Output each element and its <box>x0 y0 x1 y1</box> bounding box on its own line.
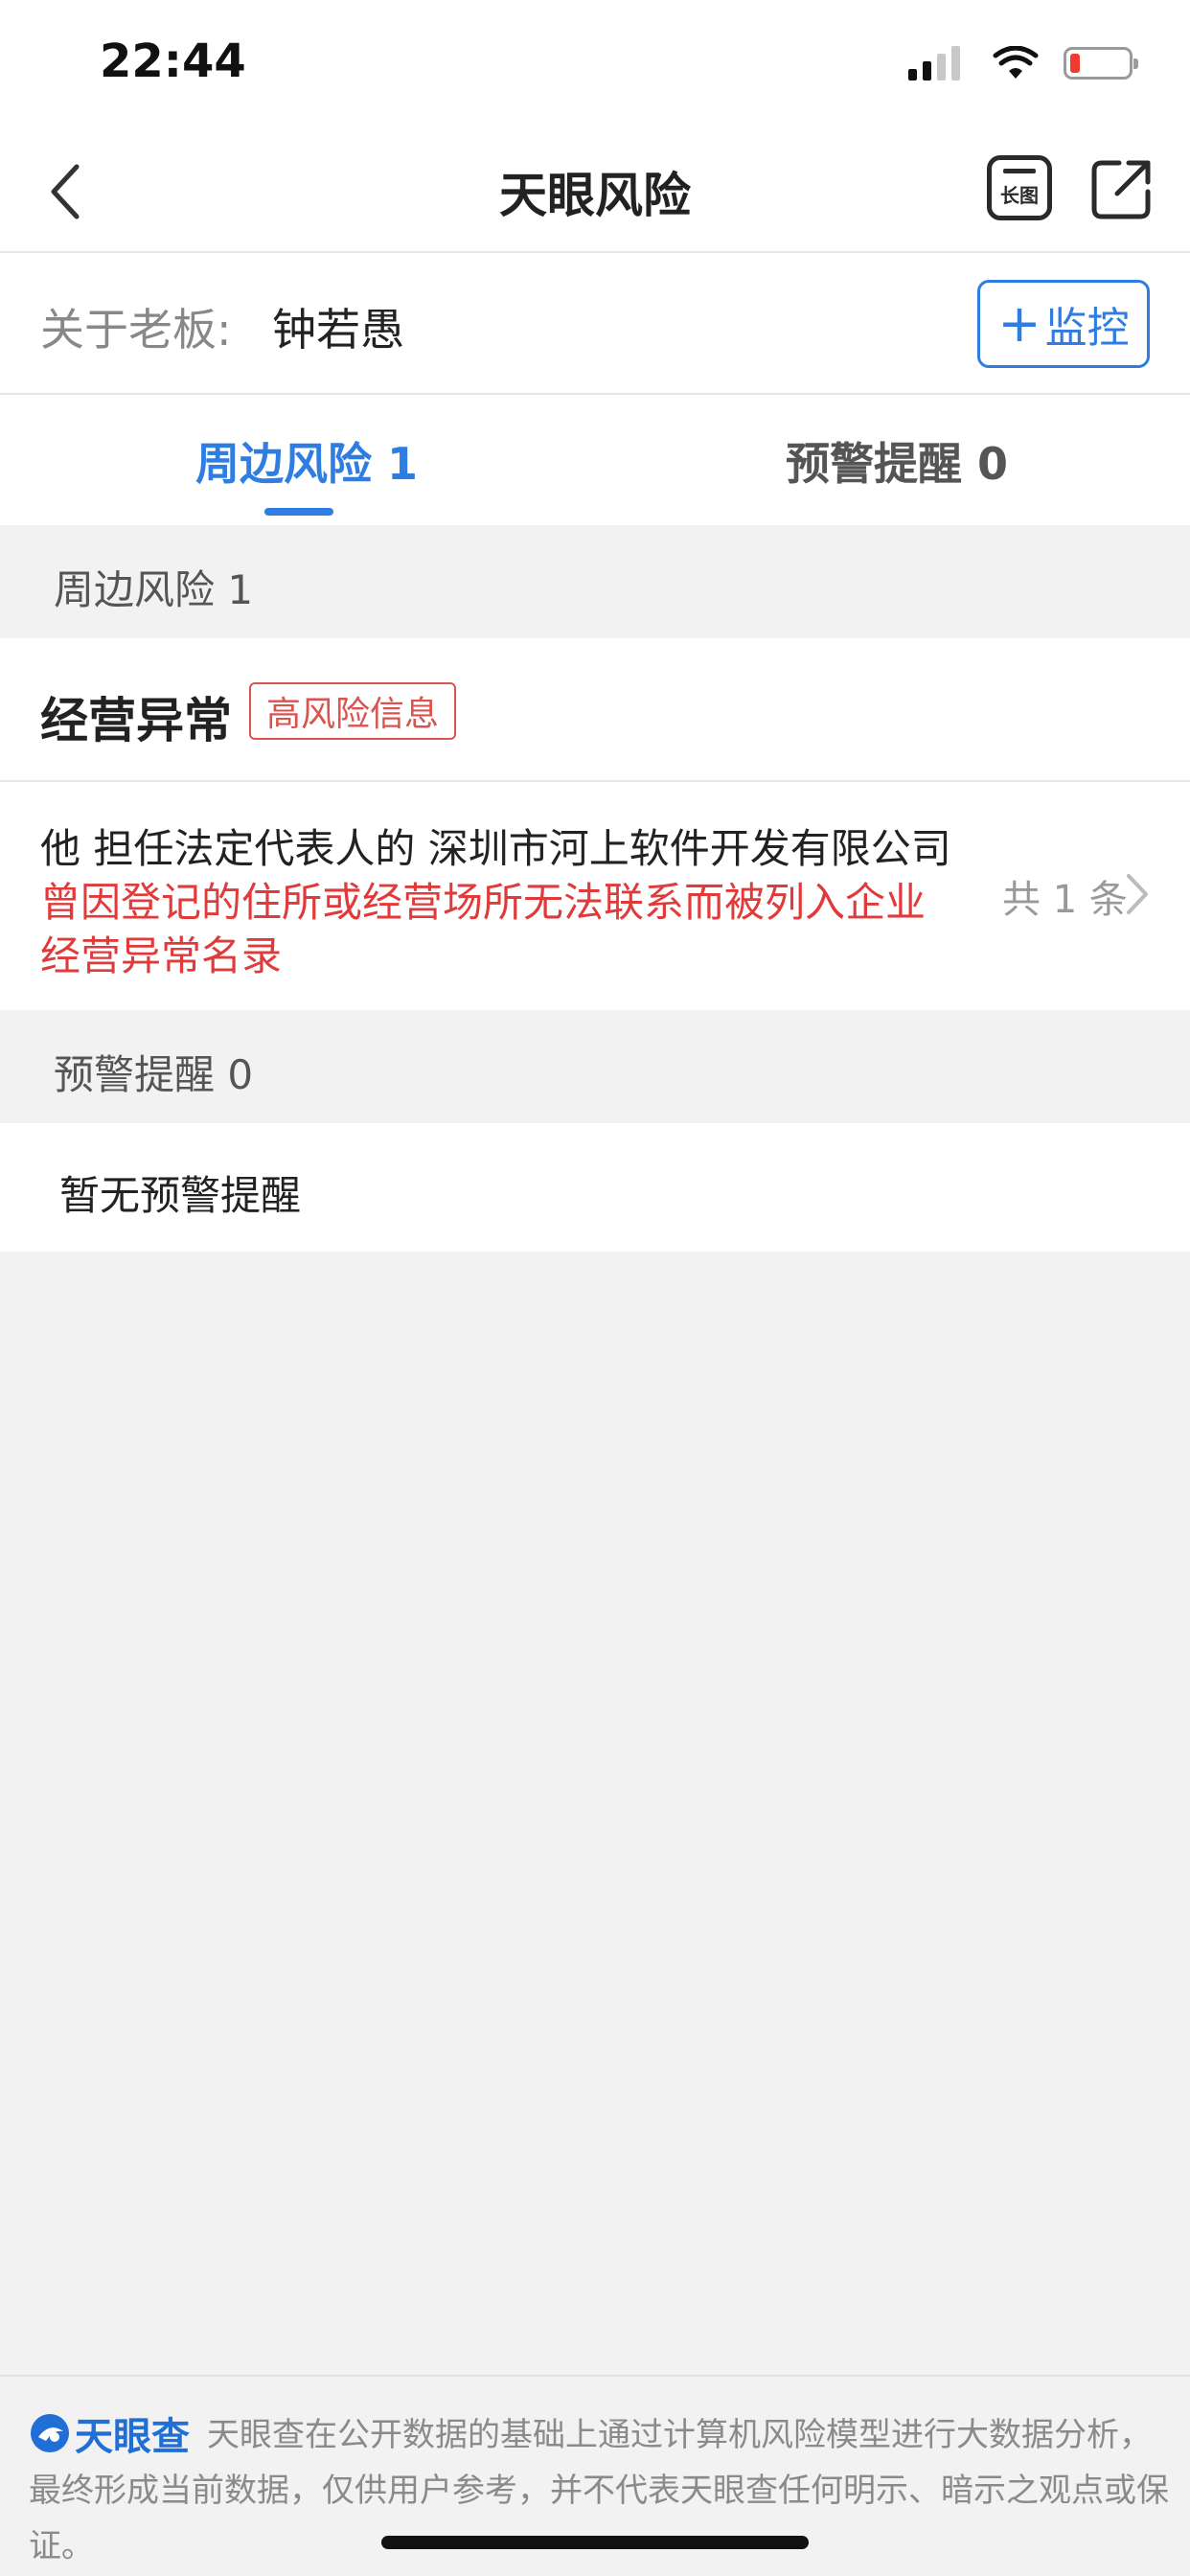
risk-text-highlight: 曾因登记的住所或经营场所无法联系而被列入企业经营异常名录 <box>40 879 927 979</box>
tab-alert[interactable]: 预警提醒 0 <box>786 429 1008 493</box>
risk-description: 他 担任法定代表人的 深圳市河上软件开发有限公司 曾因登记的住所或经营场所无法联… <box>40 822 960 983</box>
brand-name: 天眼查 <box>75 2415 190 2459</box>
empty-alert-text: 暂无预警提醒 <box>59 1172 302 1219</box>
status-bar: 22:44 <box>0 0 1190 126</box>
plus-icon: + <box>997 293 1041 354</box>
screen: 22:44 天眼风险 长图 关于老板: 钟若愚 + 监控 周边风险 1 预警提醒… <box>0 0 1190 2576</box>
category-title: 经营异常 <box>40 693 232 748</box>
section-header-surrounding: 周边风险 1 <box>0 525 1190 638</box>
wifi-icon <box>993 46 1039 79</box>
boss-name[interactable]: 钟若愚 <box>272 295 404 358</box>
home-indicator[interactable] <box>381 2536 809 2549</box>
monitor-button[interactable]: + 监控 <box>977 280 1150 368</box>
empty-alert-row: 暂无预警提醒 <box>0 1123 1190 1252</box>
boss-row: 关于老板: 钟若愚 + 监控 <box>0 253 1190 395</box>
cellular-signal-icon <box>908 46 966 80</box>
risk-list-item[interactable]: 他 担任法定代表人的 深圳市河上软件开发有限公司 曾因登记的住所或经营场所无法联… <box>0 782 1190 1010</box>
risk-text-plain: 他 担任法定代表人的 深圳市河上软件开发有限公司 <box>40 825 951 872</box>
category-row: 经营异常 高风险信息 <box>0 638 1190 782</box>
monitor-label: 监控 <box>1044 304 1130 353</box>
boss-label: 关于老板: <box>40 304 232 356</box>
tab-surrounding-risk[interactable]: 周边风险 1 <box>195 429 418 493</box>
long-image-button[interactable]: 长图 <box>987 155 1052 220</box>
high-risk-badge: 高风险信息 <box>249 682 457 740</box>
brand-logo: 天眼查 <box>29 2405 190 2461</box>
chevron-right-icon <box>1127 874 1148 914</box>
section-header-alert: 预警提醒 0 <box>0 1010 1190 1123</box>
status-icons <box>908 42 1138 84</box>
nav-bar: 天眼风险 长图 <box>0 126 1190 253</box>
tab-bar: 周边风险 1 预警提醒 0 <box>0 395 1190 525</box>
share-icon[interactable] <box>1087 155 1156 224</box>
section-title: 预警提醒 0 <box>54 1051 254 1098</box>
section-title: 周边风险 1 <box>54 566 254 613</box>
tab-active-indicator <box>264 508 333 516</box>
status-time: 22:44 <box>100 34 246 88</box>
risk-count: 共 1 条 <box>1002 878 1128 922</box>
long-image-label: 长图 <box>1000 183 1039 207</box>
battery-icon <box>1064 47 1138 80</box>
tianyancha-logo-icon <box>31 2414 69 2452</box>
